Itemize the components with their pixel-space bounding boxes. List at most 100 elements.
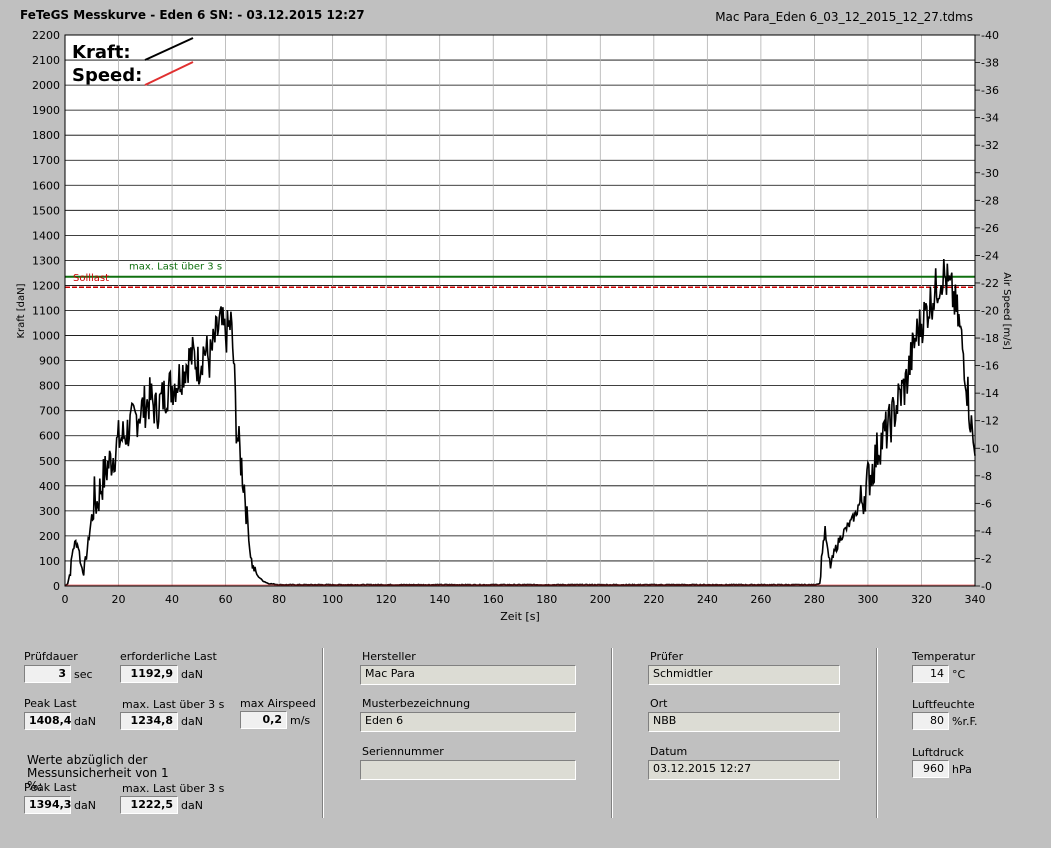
y2-tick-label: -26 (981, 222, 999, 235)
temp-label: Temperatur (912, 650, 976, 663)
y2-tick-label: -12 (981, 415, 999, 428)
x-tick-label: 140 (429, 593, 450, 606)
y-tick-label: 800 (39, 380, 60, 393)
y-tick-label: 1900 (32, 104, 60, 117)
y-tick-label: 900 (39, 355, 60, 368)
y2-tick-label: -10 (981, 442, 999, 455)
y2-tick-label: -30 (981, 167, 999, 180)
feuchte-unit: %r.F. (952, 715, 978, 728)
datum-field[interactable]: 03.12.2015 12:27 (648, 760, 840, 780)
x-axis-label: Zeit [s] (500, 610, 539, 623)
y2-tick-label: -14 (981, 387, 999, 400)
y-tick-label: 700 (39, 405, 60, 418)
pruefdauer-label: Prüfdauer (24, 650, 78, 663)
temp-field: 14 (912, 665, 949, 683)
muster-label: Musterbezeichnung (362, 697, 471, 710)
max-airspeed-label: max Airspeed (240, 697, 316, 710)
x-tick-label: 100 (322, 593, 343, 606)
force-speed-chart: 0100200300400500600700800900100011001200… (16, 29, 1012, 623)
temp-unit: °C (952, 668, 966, 681)
pruefdauer-field: 3 (24, 665, 71, 683)
y-tick-label: 100 (39, 555, 60, 568)
divider (876, 648, 878, 818)
y-tick-label: 200 (39, 530, 60, 543)
peak-last2-field: 1394,3 (24, 796, 71, 814)
y-tick-label: 1500 (32, 204, 60, 217)
y2-tick-label: -38 (981, 57, 999, 70)
y2-tick-label: -16 (981, 360, 999, 373)
y2-tick-label: -34 (981, 112, 999, 125)
peak-last2-label: Peak Last (24, 781, 77, 794)
x-tick-label: 200 (590, 593, 611, 606)
y2-tick-label: -8 (981, 470, 992, 483)
y2-tick-label: -6 (981, 497, 992, 510)
max-last2-label: max. Last über 3 s (122, 782, 225, 795)
y-tick-label: 0 (53, 580, 60, 593)
y-axis-label: Kraft [daN] (16, 283, 27, 338)
y2-tick-label: -36 (981, 84, 999, 97)
x-tick-label: 220 (643, 593, 664, 606)
solllast-annotation: Solllast (73, 273, 109, 284)
feuchte-label: Luftfeuchte (912, 698, 975, 711)
pruefer-field[interactable]: Schmidtler (648, 665, 840, 685)
y2-axis-label: Air Speed [m/s] (1001, 272, 1012, 350)
peak-last-unit: daN (74, 715, 96, 728)
y-tick-label: 1100 (32, 305, 60, 318)
x-tick-label: 40 (165, 593, 179, 606)
y2-tick-label: -22 (981, 277, 999, 290)
druck-field: 960 (912, 760, 949, 778)
max-last2-unit: daN (181, 799, 203, 812)
y-tick-label: 1300 (32, 254, 60, 267)
y2-tick-label: -4 (981, 525, 992, 538)
erf-last-field: 1192,9 (120, 665, 178, 683)
y2-tick-label: -20 (981, 305, 999, 318)
y-tick-label: 400 (39, 480, 60, 493)
x-tick-label: 80 (272, 593, 286, 606)
y-tick-label: 1000 (32, 330, 60, 343)
y-tick-label: 500 (39, 455, 60, 468)
y-tick-label: 2200 (32, 29, 60, 42)
x-tick-label: 280 (804, 593, 825, 606)
max-last-field: 1234,8 (120, 712, 178, 730)
x-tick-label: 20 (112, 593, 126, 606)
pruefdauer-unit: sec (74, 668, 93, 681)
feuchte-field: 80 (912, 712, 949, 730)
y2-tick-label: -24 (981, 249, 999, 262)
erf-last-label: erforderliche Last (120, 650, 217, 663)
y-tick-label: 300 (39, 505, 60, 518)
y-tick-label: 1800 (32, 129, 60, 142)
peak-last-field: 1408,4 (24, 712, 71, 730)
legend-kraft-label: Kraft: (72, 42, 131, 63)
y2-tick-label: -0 (981, 580, 992, 593)
y2-tick-label: -2 (981, 552, 992, 565)
max-airspeed-unit: m/s (290, 714, 311, 727)
x-tick-label: 260 (750, 593, 771, 606)
x-tick-label: 160 (483, 593, 504, 606)
max-last-annotation: max. Last über 3 s (129, 262, 222, 273)
y2-tick-label: -28 (981, 194, 999, 207)
erf-last-unit: daN (181, 668, 203, 681)
y2-tick-label: -40 (981, 29, 999, 42)
max-airspeed-field: 0,2 (240, 711, 287, 729)
divider (322, 648, 324, 818)
divider (611, 648, 613, 818)
x-tick-label: 300 (857, 593, 878, 606)
x-tick-label: 0 (62, 593, 69, 606)
y-tick-label: 1700 (32, 154, 60, 167)
serien-field[interactable] (360, 760, 576, 780)
serien-label: Seriennummer (362, 745, 444, 758)
x-tick-label: 340 (965, 593, 986, 606)
max-last-unit: daN (181, 715, 203, 728)
hersteller-field[interactable]: Mac Para (360, 665, 576, 685)
legend-speed-label: Speed: (72, 65, 142, 86)
druck-unit: hPa (952, 763, 972, 776)
y-tick-label: 2000 (32, 79, 60, 92)
datum-label: Datum (650, 745, 688, 758)
pruefer-label: Prüfer (650, 650, 684, 663)
ort-field[interactable]: NBB (648, 712, 840, 732)
druck-label: Luftdruck (912, 746, 964, 759)
ort-label: Ort (650, 697, 668, 710)
muster-field[interactable]: Eden 6 (360, 712, 576, 732)
x-tick-label: 180 (536, 593, 557, 606)
peak-last2-unit: daN (74, 799, 96, 812)
